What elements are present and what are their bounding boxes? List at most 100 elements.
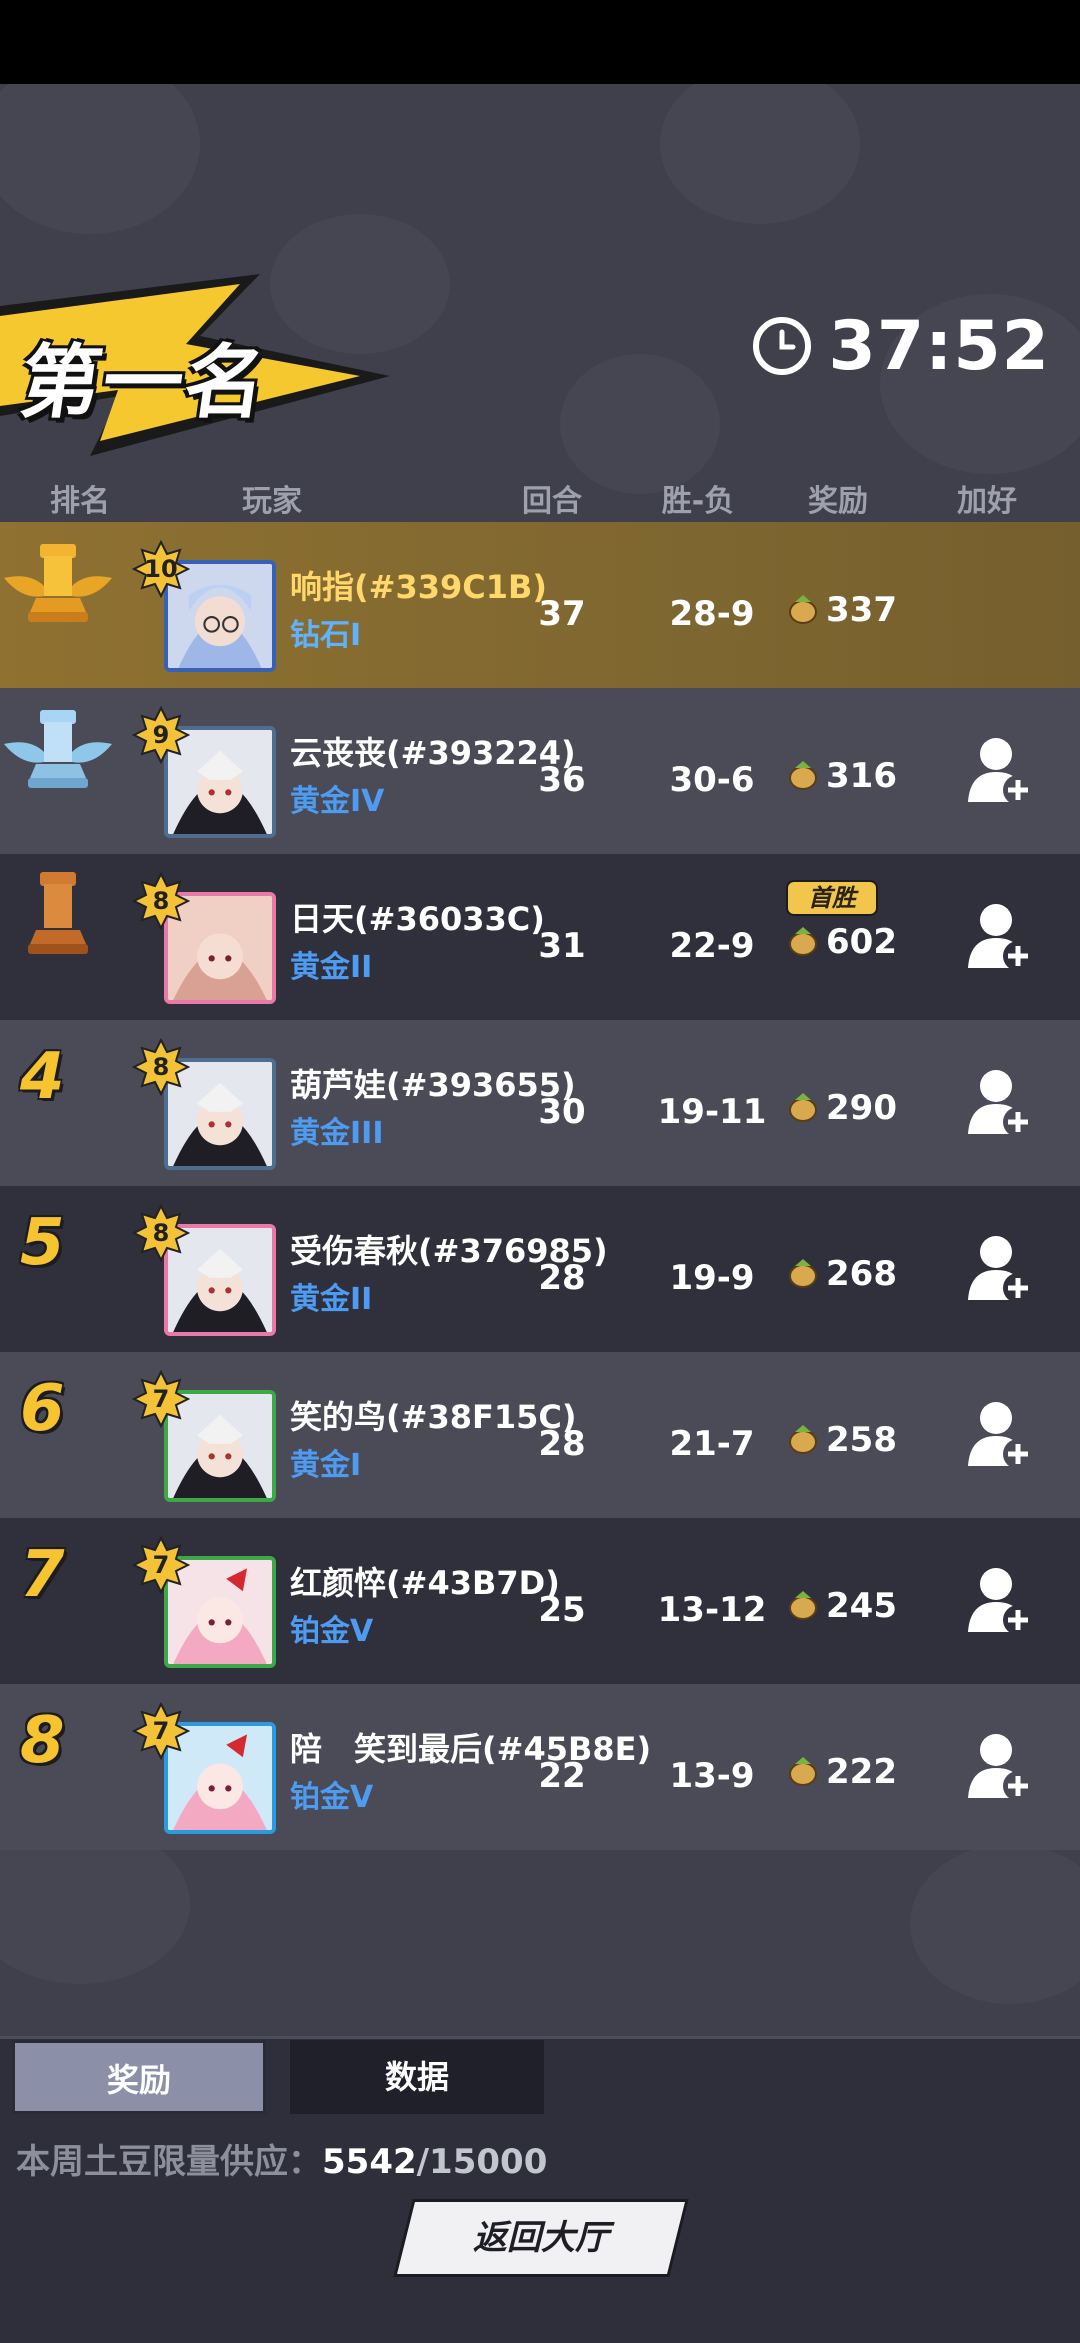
reward: 245 (786, 1586, 897, 1626)
level-badge: 8 (131, 871, 191, 931)
level-text: 7 (152, 1717, 170, 1745)
tab-reward[interactable]: 奖励 (12, 2040, 266, 2114)
reward: 602 (786, 922, 897, 962)
supply-max: /15000 (416, 2142, 548, 2182)
player-tier: 钻石I (290, 618, 362, 653)
weekly-supply: 本周土豆限量供应：5542/15000 (16, 2134, 547, 2183)
rounds: 36 (538, 760, 586, 800)
add-friend-icon[interactable] (966, 730, 1036, 810)
win-loss: 19-9 (669, 1258, 755, 1298)
player-name: 红颜悴(#43B7D) (290, 1564, 560, 1602)
player-tier: 铂金V (290, 1780, 374, 1815)
potato-icon (789, 1757, 817, 1786)
level-badge: 7 (131, 1701, 191, 1761)
return-lobby-button[interactable]: 返回大厅 (397, 2202, 685, 2274)
first-win-badge: 首胜 (786, 880, 878, 916)
table-row[interactable]: 5 8 受伤春秋(#376985) 黄金II 28 19-9 268 (0, 1186, 1080, 1352)
supply-current: 5542 (322, 2142, 417, 2182)
table-row[interactable]: 8 7 陪 笑到最后(#45B8E) 铂金V 22 13-9 222 (0, 1684, 1080, 1850)
add-friend-icon[interactable] (966, 896, 1036, 976)
reward-value: 258 (826, 1420, 897, 1460)
rank-number: 6 (20, 1372, 65, 1446)
add-friend-icon[interactable] (966, 1394, 1036, 1474)
reward: 337 (786, 590, 897, 630)
player-tier: 黄金II (290, 950, 373, 985)
potato-icon (789, 1259, 817, 1288)
add-friend-icon[interactable] (966, 1228, 1036, 1308)
player-tier: 黄金II (290, 1282, 373, 1317)
level-badge: 8 (131, 1203, 191, 1263)
win-loss: 30-6 (669, 760, 755, 800)
player-name: 云丧丧(#393224) (290, 734, 576, 772)
potato-icon (789, 595, 817, 624)
gold-trophy-icon (4, 544, 112, 622)
status-bar (0, 0, 1080, 84)
reward-value: 290 (826, 1088, 897, 1128)
reward: 316 (786, 756, 897, 796)
level-text: 7 (152, 1385, 170, 1413)
potato-icon (789, 1425, 817, 1454)
level-text: 8 (152, 1053, 170, 1081)
level-badge: 9 (131, 705, 191, 765)
player-name: 笑的鸟(#38F15C) (290, 1398, 577, 1436)
rank-number: 5 (20, 1206, 65, 1280)
potato-icon (789, 927, 817, 956)
level-badge: 7 (131, 1369, 191, 1429)
win-loss: 13-12 (657, 1590, 767, 1630)
reward: 290 (786, 1088, 897, 1128)
timer-text: 37:52 (828, 306, 1050, 386)
table-row[interactable]: 4 8 葫芦娃(#393655) 黄金III 30 19-11 290 (0, 1020, 1080, 1186)
col-reward: 奖励 (808, 484, 868, 519)
rank-number: 8 (20, 1704, 65, 1778)
player-tier: 黄金I (290, 1448, 362, 1483)
rounds: 28 (538, 1258, 586, 1298)
level-text: 7 (152, 1551, 170, 1579)
supply-label: 本周土豆限量供应： (16, 2142, 322, 2182)
table-row[interactable]: 6 7 笑的鸟(#38F15C) 黄金I 28 21-7 258 (0, 1352, 1080, 1518)
level-text: 9 (152, 721, 170, 749)
rounds: 30 (538, 1092, 586, 1132)
table-row[interactable]: 8 日天(#36033C) 黄金II 31 22-9 首胜 602 (0, 854, 1080, 1020)
col-rounds: 回合 (522, 484, 582, 519)
player-name: 陪 笑到最后(#45B8E) (290, 1730, 652, 1768)
reward-value: 602 (826, 922, 897, 962)
player-tier: 黄金IV (290, 784, 385, 819)
win-loss: 13-9 (669, 1756, 755, 1796)
col-rank: 排名 (50, 484, 110, 519)
add-friend-icon[interactable] (966, 1560, 1036, 1640)
reward-value: 337 (826, 590, 897, 630)
rounds: 25 (538, 1590, 586, 1630)
potato-icon (789, 1591, 817, 1620)
win-loss: 22-9 (669, 926, 755, 966)
rounds: 28 (538, 1424, 586, 1464)
bronze-trophy-icon (28, 872, 88, 954)
player-tier: 黄金III (290, 1116, 384, 1151)
level-badge: 10 (131, 539, 191, 599)
rounds: 37 (538, 594, 586, 634)
potato-icon (789, 1093, 817, 1122)
level-text: 8 (152, 1219, 170, 1247)
table-row[interactable]: 10 响指(#339C1B) 钻石I 37 28-9 337 (0, 522, 1080, 688)
level-text: 8 (152, 887, 170, 915)
col-record: 胜-负 (661, 484, 735, 519)
add-friend-icon[interactable] (966, 1726, 1036, 1806)
timer: 37:52 (751, 306, 1050, 386)
tab-data[interactable]: 数据 (290, 2040, 544, 2114)
level-text: 10 (144, 555, 178, 583)
add-friend-icon[interactable] (966, 1062, 1036, 1142)
silver-trophy-icon (4, 710, 112, 788)
rank-number: 7 (20, 1538, 65, 1612)
rank-title: 第一名 (14, 336, 274, 429)
reward-value: 222 (826, 1752, 897, 1792)
reward-value: 245 (826, 1586, 897, 1626)
clock-icon (752, 317, 811, 375)
rounds: 31 (538, 926, 586, 966)
table-row[interactable]: 9 云丧丧(#393224) 黄金IV 36 30-6 316 (0, 688, 1080, 854)
table-row[interactable]: 7 7 红颜悴(#43B7D) 铂金V 25 13-12 245 (0, 1518, 1080, 1684)
win-loss: 21-7 (669, 1424, 755, 1464)
reward: 268 (786, 1254, 897, 1294)
player-name: 日天(#36033C) (290, 900, 545, 938)
level-badge: 8 (131, 1037, 191, 1097)
reward-value: 268 (826, 1254, 897, 1294)
player-name: 葫芦娃(#393655) (290, 1066, 576, 1104)
